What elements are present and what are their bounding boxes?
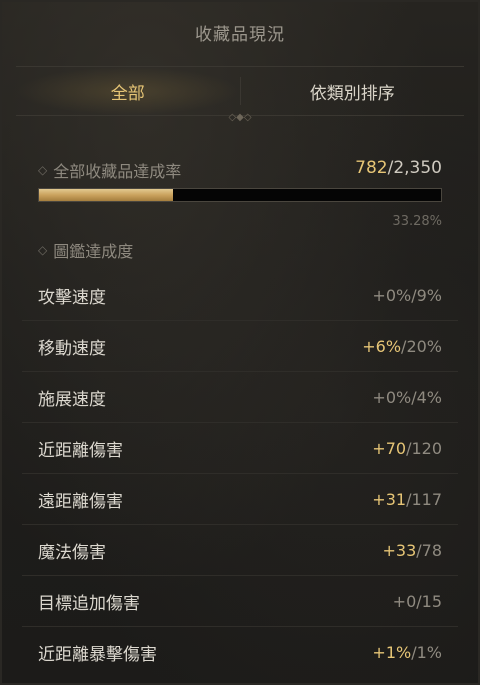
stat-row: 近距離傷害 +70/120 — [22, 423, 458, 474]
stat-max: /20% — [401, 336, 442, 356]
panel-title: 收藏品現況 — [195, 25, 285, 45]
codex-label: ◇ 圖鑑達成度 — [38, 238, 133, 262]
stat-row: 施展速度 +0%/4% — [22, 372, 458, 423]
stat-label: 魔法傷害 — [38, 542, 106, 563]
stat-max: /120 — [406, 438, 442, 458]
stat-gain: +0 — [392, 591, 417, 611]
stat-value: +0/15 — [393, 592, 442, 611]
stat-gain: +70 — [372, 438, 407, 458]
stat-value: +0%/4% — [372, 388, 442, 407]
overall-total: /2,350 — [387, 158, 442, 178]
stat-label: 遠距離傷害 — [38, 491, 123, 512]
tab-all[interactable]: 全部 — [16, 67, 240, 115]
diamond-icon: ◇ — [38, 243, 48, 257]
diamond-icon: ◇ — [38, 163, 48, 177]
stat-label: 施展速度 — [38, 389, 106, 410]
stat-gain: +6% — [362, 336, 402, 356]
stat-value: +33/78 — [382, 541, 442, 560]
stat-gain: +1% — [372, 642, 412, 662]
stat-max: /9% — [411, 285, 442, 305]
stat-row: 目標追加傷害 +0/15 — [22, 576, 458, 627]
stat-value: +0%/9% — [372, 286, 442, 305]
overall-progress-bar — [38, 188, 442, 202]
stat-value: +70/120 — [372, 439, 442, 458]
stat-label: 近距離傷害 — [38, 440, 123, 461]
overall-percent: 33.28% — [392, 214, 442, 229]
ornament-icon: ◇◆◇ — [228, 112, 252, 123]
stat-max: /4% — [411, 387, 442, 407]
stat-label: 移動速度 — [38, 338, 106, 359]
stat-gain: +33 — [382, 540, 417, 560]
overall-progress-fill — [39, 189, 173, 201]
stat-value: +31/117 — [372, 490, 442, 509]
overall-current: 782 — [355, 158, 388, 178]
overall-label-text: 全部收藏品達成率 — [53, 162, 182, 181]
stat-row: 近距離暴擊傷害 +1%/1% — [22, 627, 458, 677]
tab-by-category[interactable]: 依類別排序 — [241, 67, 465, 115]
stat-gain: +0% — [372, 285, 412, 305]
stat-max: /1% — [411, 642, 442, 662]
overall-count: 782/2,350 — [355, 158, 442, 178]
stat-label: 攻擊速度 — [38, 287, 106, 308]
stat-row: 攻擊速度 +0%/9% — [22, 270, 458, 321]
stat-row: 魔法傷害 +33/78 — [22, 525, 458, 576]
stat-max: /78 — [416, 540, 442, 560]
stat-gain: +0% — [372, 387, 412, 407]
stat-value: +6%/20% — [362, 337, 442, 356]
stat-value: +1%/1% — [372, 643, 442, 662]
stat-max: /15 — [416, 591, 442, 611]
overall-label: ◇ 全部收藏品達成率 — [38, 158, 181, 182]
stat-label: 近距離暴擊傷害 — [38, 644, 157, 665]
stat-row: 移動速度 +6%/20% — [22, 321, 458, 372]
stat-list: 攻擊速度 +0%/9% 移動速度 +6%/20% 施展速度 +0%/4% 近距離傷害 +70/… — [22, 270, 458, 677]
codex-label-text: 圖鑑達成度 — [53, 242, 134, 261]
stat-gain: +31 — [372, 489, 407, 509]
collection-status-panel: 收藏品現況 全部 依類別排序 ◇◆◇ ◇ 全部收藏品達成率 782/2,350 … — [0, 0, 480, 685]
stat-row: 遠距離傷害 +31/117 — [22, 474, 458, 525]
stat-max: /117 — [406, 489, 442, 509]
tab-bar: 全部 依類別排序 — [16, 66, 464, 116]
stat-label: 目標追加傷害 — [38, 593, 140, 614]
